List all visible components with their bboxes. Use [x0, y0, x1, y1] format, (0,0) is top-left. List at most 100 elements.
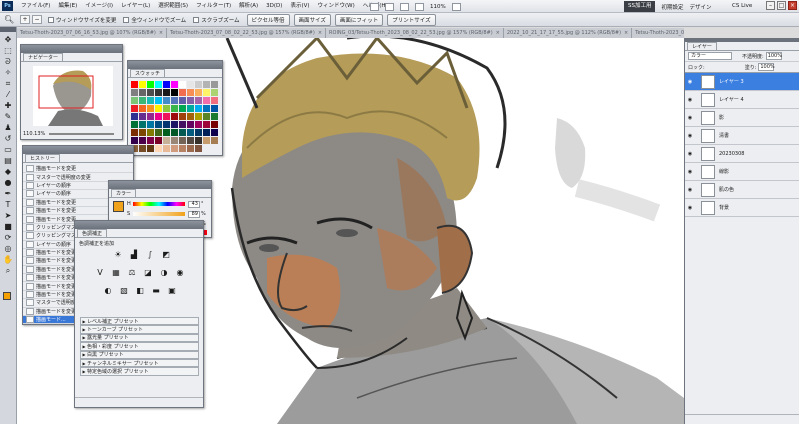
black-white-icon[interactable]: ◪ — [143, 268, 153, 278]
crop-tool-icon[interactable]: ⌗ — [2, 78, 14, 89]
document-tab[interactable]: Tetsu-Thoth-2023_07_29_21_16_18.jpg @ 50… — [632, 28, 684, 38]
color-swatch[interactable] — [187, 129, 194, 136]
color-swatch[interactable] — [195, 121, 202, 128]
gradient-tool-icon[interactable]: ▤ — [2, 155, 14, 166]
color-swatch[interactable] — [171, 89, 178, 96]
color-swatch[interactable] — [147, 89, 154, 96]
color-swatch[interactable] — [139, 145, 146, 152]
adjustment-preset[interactable]: ▶ チャンネルミキサー プリセット — [80, 358, 199, 368]
resize-windows-checkbox[interactable]: ウィンドウサイズを変更 — [48, 16, 116, 24]
visibility-eye-icon[interactable]: ◉ — [685, 133, 695, 139]
menu-item[interactable]: 解析(A) — [235, 0, 262, 13]
color-swatch[interactable] — [211, 129, 218, 136]
history-brush-icon[interactable]: ↺ — [2, 133, 14, 144]
color-swatch[interactable] — [139, 129, 146, 136]
dodge-tool-icon[interactable]: ● — [2, 177, 14, 188]
color-swatch[interactable] — [211, 105, 218, 112]
color-swatch[interactable] — [131, 97, 138, 104]
color-swatch[interactable] — [139, 105, 146, 112]
zoom-in-icon[interactable]: + — [20, 15, 30, 24]
layer-row[interactable]: ◉ レイヤー 4 — [685, 91, 799, 109]
color-swatch[interactable] — [211, 121, 218, 128]
fill-input[interactable]: 100% — [758, 63, 775, 71]
color-swatch[interactable] — [187, 89, 194, 96]
opacity-input[interactable]: 100% — [765, 52, 782, 60]
color-swatch[interactable] — [179, 113, 186, 120]
3d-rotate-icon[interactable]: ⟳ — [2, 232, 14, 243]
vibrance-icon[interactable]: V — [95, 268, 105, 278]
gradient-map-icon[interactable]: ▬ — [151, 286, 161, 296]
color-swatch[interactable] — [155, 145, 162, 152]
color-swatch[interactable] — [139, 121, 146, 128]
menu-item[interactable]: フィルター(T) — [192, 0, 235, 13]
history-titlebar[interactable] — [23, 146, 133, 154]
channel-mixer-icon[interactable]: ◉ — [175, 268, 185, 278]
document-tab[interactable]: ROING_03/Tetsu-Thoth_2023_08_02_22_53.jp… — [326, 28, 504, 38]
color-swatch[interactable] — [131, 137, 138, 144]
layer-row[interactable]: ◉ 20230308 — [685, 145, 799, 163]
color-swatch[interactable] — [179, 97, 186, 104]
color-swatch[interactable] — [163, 145, 170, 152]
color-swatch[interactable] — [211, 81, 218, 88]
type-tool-icon[interactable]: T — [2, 199, 14, 210]
fit-screen-button[interactable]: 画面サイズ — [293, 13, 331, 26]
color-swatch[interactable] — [163, 97, 170, 104]
adjustment-preset[interactable]: ▶ 露光量 プリセット — [80, 333, 199, 343]
color-swatch[interactable] — [195, 129, 202, 136]
color-foreground-swatch[interactable] — [113, 201, 124, 212]
eraser-tool-icon[interactable]: ▭ — [2, 144, 14, 155]
selective-color-icon[interactable]: ▣ — [167, 286, 177, 296]
invert-icon[interactable]: ◐ — [103, 286, 113, 296]
color-swatch[interactable] — [139, 137, 146, 144]
menu-item[interactable]: 編集(E) — [54, 0, 81, 13]
color-swatch[interactable] — [171, 105, 178, 112]
marquee-tool-icon[interactable]: ⬚ — [2, 45, 14, 56]
zoom-tool-icon[interactable]: ⌕ — [2, 265, 14, 276]
color-swatch[interactable] — [171, 145, 178, 152]
layer-row[interactable]: ◉ 線影 — [685, 163, 799, 181]
color-swatch[interactable] — [147, 137, 154, 144]
color-swatch[interactable] — [139, 113, 146, 120]
magic-wand-icon[interactable]: ✧ — [2, 67, 14, 78]
color-swatch[interactable] — [195, 137, 202, 144]
color-swatch[interactable] — [131, 105, 138, 112]
color-swatch[interactable] — [147, 129, 154, 136]
workspace-option-default[interactable]: 初期設定 — [661, 3, 683, 11]
cs-live-button[interactable]: CS Live — [732, 1, 752, 12]
color-swatch[interactable] — [131, 89, 138, 96]
color-swatch[interactable] — [203, 137, 210, 144]
visibility-eye-icon[interactable]: ◉ — [685, 187, 695, 193]
menu-item[interactable]: ウィンドウ(W) — [314, 0, 359, 13]
navigator-zoom-slider[interactable] — [49, 133, 114, 135]
color-swatch[interactable] — [131, 81, 138, 88]
color-swatch[interactable] — [131, 129, 138, 136]
color-swatch[interactable] — [171, 97, 178, 104]
exposure-icon[interactable]: ◩ — [161, 250, 171, 260]
color-swatch[interactable] — [171, 81, 178, 88]
zoom-level-readout[interactable]: 110% — [430, 4, 446, 10]
color-swatch[interactable] — [211, 97, 218, 104]
document-tab[interactable]: Tetsu-Thoth-2023_07_06_16_53.jpg @ 107% … — [17, 28, 168, 38]
shape-tool-icon[interactable]: ■ — [2, 221, 14, 232]
hand-tool-icon[interactable]: ✋ — [2, 254, 14, 265]
color-swatch[interactable] — [195, 89, 202, 96]
workspace-option-design[interactable]: デザイン — [690, 3, 712, 11]
tab-color[interactable]: カラー — [111, 189, 137, 197]
color-balance-icon[interactable]: ⚖ — [127, 268, 137, 278]
color-swatch[interactable] — [155, 89, 162, 96]
color-swatch[interactable] — [203, 121, 210, 128]
layer-row[interactable]: ◉ 肌の色 — [685, 181, 799, 199]
color-swatch[interactable] — [155, 105, 162, 112]
eyedropper-tool-icon[interactable]: ⁄ — [2, 89, 14, 100]
photo-filter-icon[interactable]: ◑ — [159, 268, 169, 278]
color-swatch[interactable] — [171, 137, 178, 144]
menu-item[interactable]: ファイル(F) — [17, 0, 54, 13]
pen-tool-icon[interactable]: ✒ — [2, 188, 14, 199]
color-swatch[interactable] — [187, 137, 194, 144]
color-swatch[interactable] — [163, 113, 170, 120]
visibility-eye-icon[interactable]: ◉ — [685, 169, 695, 175]
tab-history[interactable]: ヒストリー — [25, 154, 61, 162]
color-swatch[interactable] — [203, 113, 210, 120]
tab-adjustments[interactable]: 色調補正 — [77, 229, 108, 237]
color-swatch[interactable] — [171, 129, 178, 136]
